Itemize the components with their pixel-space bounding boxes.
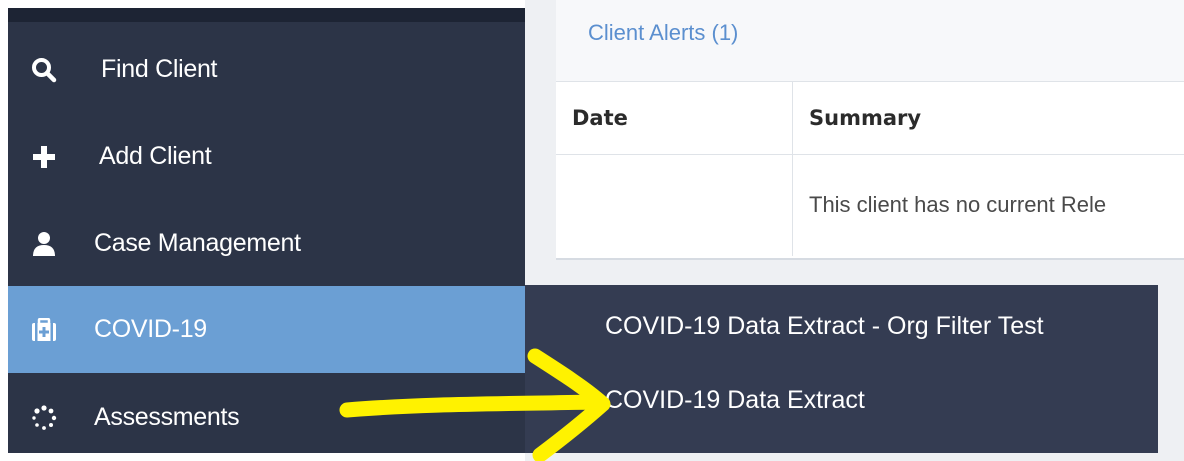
submenu-item-data-extract[interactable]: COVID-19 Data Extract (605, 386, 865, 415)
sidebar-top-strip (8, 8, 525, 22)
sidebar: Find Client Add Client Case Management C… (8, 8, 525, 453)
sidebar-item-label: Add Client (99, 142, 212, 170)
empty-alerts-message: This client has no current Rele (809, 192, 1107, 217)
sidebar-item-covid-19[interactable]: COVID-19 (8, 286, 525, 373)
sidebar-item-assessments[interactable]: Assessments (8, 374, 525, 453)
submenu-item-data-extract-org-filter-test[interactable]: COVID-19 Data Extract - Org Filter Test (605, 312, 1044, 341)
column-divider (792, 82, 793, 256)
sidebar-item-label: Case Management (94, 229, 301, 257)
covid-19-submenu: COVID-19 Data Extract - Org Filter Test … (525, 285, 1158, 453)
client-alerts-header: Client Alerts (1) (556, 0, 1184, 82)
plus-icon (30, 143, 58, 171)
sidebar-item-case-management[interactable]: Case Management (8, 200, 525, 287)
sidebar-item-label: COVID-19 (94, 315, 207, 343)
spinner-icon (30, 404, 58, 432)
user-icon (30, 230, 58, 258)
alerts-table-header: Date Summary (556, 82, 1184, 155)
sidebar-item-label: Assessments (94, 403, 240, 431)
medkit-icon (30, 316, 58, 344)
client-alerts-link[interactable]: Client Alerts (1) (588, 20, 738, 46)
sidebar-item-label: Find Client (101, 55, 218, 83)
column-header-summary[interactable]: Summary (809, 106, 921, 130)
search-icon (30, 56, 58, 84)
sidebar-item-find-client[interactable]: Find Client (8, 26, 525, 113)
client-alerts-panel: Client Alerts (1) Date Summary This clie… (556, 0, 1184, 260)
column-header-date[interactable]: Date (572, 106, 628, 130)
sidebar-item-add-client[interactable]: Add Client (8, 113, 525, 200)
